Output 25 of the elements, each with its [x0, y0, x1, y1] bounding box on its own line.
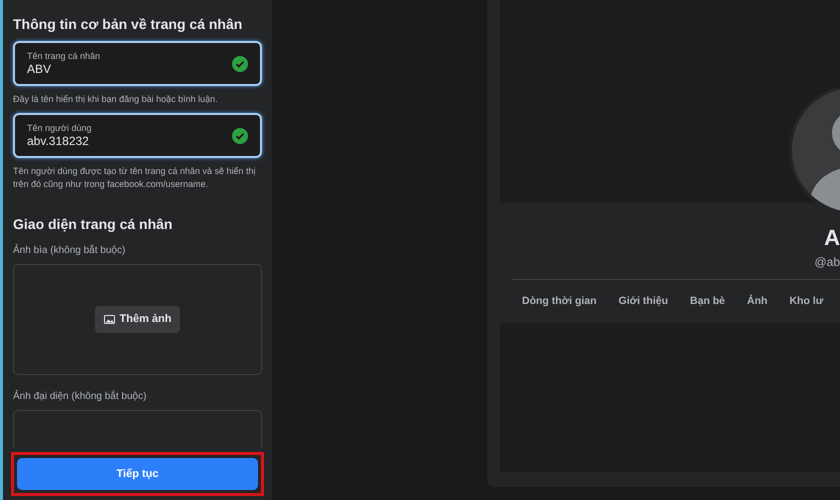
text-field[interactable]: Tên người dùng abv.318232 — [13, 113, 262, 158]
field-label: Ảnh đại diện (không bắt buộc) — [13, 389, 148, 404]
profile-tab[interactable]: Giới thiệu — [618, 294, 668, 310]
field-label: Tên trang cá nhân — [27, 50, 102, 62]
add-photo-button[interactable]: Thêm ảnh — [94, 306, 180, 333]
continue-button[interactable]: Tiếp tục — [17, 458, 258, 490]
photo-dropzone[interactable]: Thêm ảnh — [13, 264, 262, 375]
section-heading: Thông tin cơ bản về trang cá nhân — [13, 15, 244, 34]
profile-username: @ab — [814, 254, 840, 271]
profile-tab[interactable]: Ảnh — [747, 294, 768, 310]
image-icon — [104, 315, 115, 324]
field-label: Ảnh bìa (không bắt buộc) — [13, 243, 126, 258]
section-heading: Giao diện trang cá nhân — [13, 215, 174, 234]
help-text: Tên người dùng được tạo từ tên trang cá nhân và sẽ hiển thị trên đó cũng như trong facebook.com/username. — [13, 165, 257, 191]
profile-tab[interactable]: Kho lư — [789, 294, 824, 310]
profile-tab[interactable]: Dòng thời gian — [522, 294, 597, 310]
field-value: ABV — [27, 62, 52, 77]
profile-tab[interactable]: Bạn bè — [690, 294, 726, 310]
field-label: Tên người dùng — [27, 122, 92, 134]
check-icon — [232, 128, 248, 144]
text-field[interactable]: Tên trang cá nhân ABV — [13, 41, 262, 86]
profile-name: A — [824, 225, 840, 251]
field-value: abv.318232 — [27, 134, 90, 149]
help-text: Đây là tên hiển thị khi bạn đăng bài hoặc bình luận. — [13, 93, 219, 106]
check-icon — [232, 56, 248, 72]
